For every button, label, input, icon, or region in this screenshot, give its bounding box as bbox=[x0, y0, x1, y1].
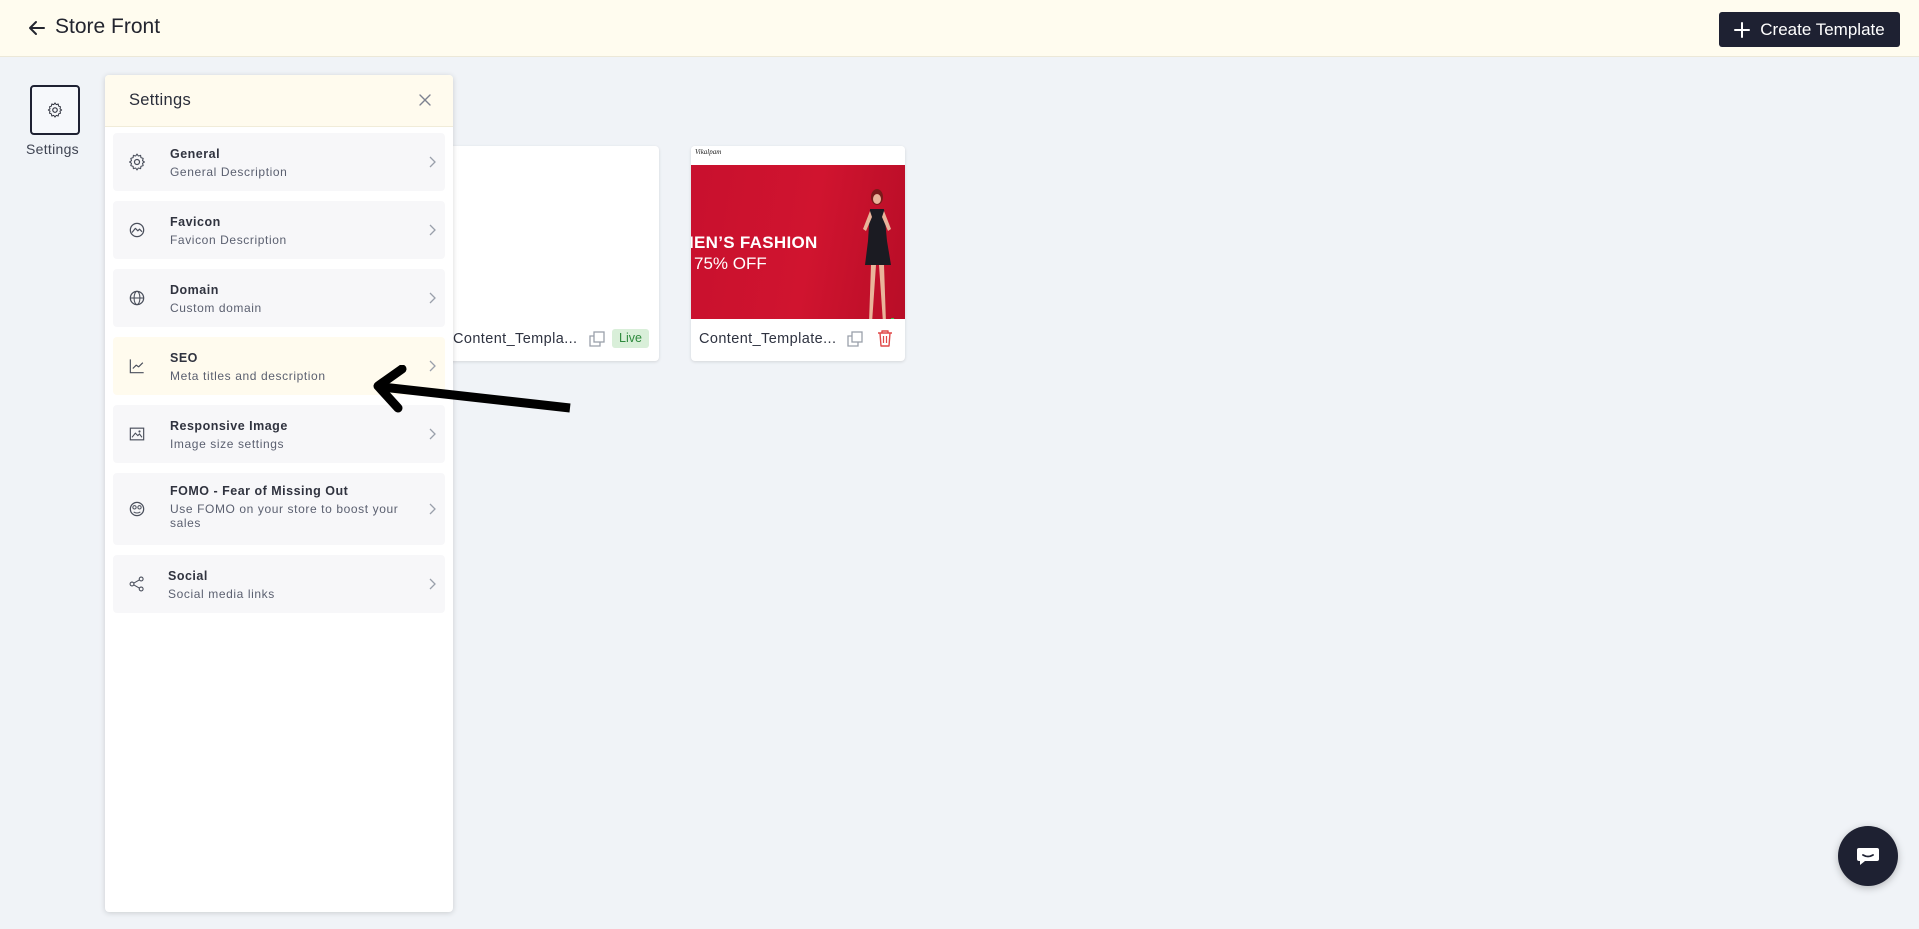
trash-icon[interactable] bbox=[876, 329, 894, 348]
settings-item-description: Custom domain bbox=[170, 301, 262, 315]
chat-button[interactable] bbox=[1838, 826, 1898, 886]
settings-item-social[interactable]: Social Social media links bbox=[113, 555, 445, 613]
thumbnail-logo: Vikalpam bbox=[695, 148, 722, 156]
model-figure-image bbox=[863, 189, 894, 319]
settings-panel-title: Settings bbox=[129, 91, 192, 109]
back-arrow-icon[interactable] bbox=[26, 17, 48, 39]
chevron-right-icon bbox=[429, 360, 436, 372]
thumbnail-headline: IEN’S FASHION bbox=[691, 233, 818, 252]
settings-panel: Settings General General Description Fav… bbox=[105, 75, 453, 912]
chevron-right-icon bbox=[429, 503, 436, 515]
settings-item-title: General bbox=[170, 147, 221, 161]
chat-icon bbox=[1857, 848, 1879, 865]
chevron-right-icon bbox=[429, 578, 436, 590]
chevron-right-icon bbox=[429, 428, 436, 440]
template-card[interactable]: Content_Templa... Live bbox=[448, 146, 659, 361]
live-badge: Live bbox=[612, 329, 649, 348]
settings-item-description: Meta titles and description bbox=[170, 369, 326, 383]
fomo-icon bbox=[129, 501, 145, 517]
settings-item-title: Social bbox=[168, 569, 208, 583]
share-icon bbox=[129, 576, 144, 592]
chart-line-icon bbox=[129, 359, 144, 374]
page-title: Store Front bbox=[55, 15, 161, 38]
copy-icon[interactable] bbox=[846, 330, 864, 348]
settings-item-description: Use FOMO on your store to boost your sal… bbox=[170, 502, 399, 530]
template-name: Content_Templa... bbox=[453, 331, 578, 347]
thumbnail-offer: 75% OFF bbox=[694, 254, 767, 273]
chevron-right-icon bbox=[429, 224, 436, 236]
create-template-button[interactable]: Create Template bbox=[1719, 12, 1900, 47]
settings-item-title: Favicon bbox=[170, 215, 221, 229]
thumbnail-banner: IEN’S FASHION 75% OFF bbox=[691, 165, 905, 319]
image-icon bbox=[129, 427, 145, 441]
favicon-icon bbox=[129, 222, 145, 238]
plus-icon bbox=[1734, 21, 1751, 38]
gear-icon bbox=[47, 102, 63, 118]
template-card[interactable]: Vikalpam IEN’S FASHION 75% OFF Content_T… bbox=[691, 146, 905, 361]
settings-item-title: SEO bbox=[170, 351, 198, 365]
globe-icon bbox=[129, 290, 145, 306]
settings-item-seo[interactable]: SEO Meta titles and description bbox=[113, 337, 445, 395]
settings-item-general[interactable]: General General Description bbox=[113, 133, 445, 191]
chevron-right-icon bbox=[429, 156, 436, 168]
settings-rail-label: Settings bbox=[26, 141, 79, 157]
settings-item-description: Favicon Description bbox=[170, 233, 287, 247]
close-icon[interactable] bbox=[417, 92, 433, 108]
gear-icon bbox=[129, 153, 145, 171]
settings-item-responsive-image[interactable]: Responsive Image Image size settings bbox=[113, 405, 445, 463]
settings-rail-button[interactable] bbox=[30, 85, 80, 135]
settings-item-title: Responsive Image bbox=[170, 419, 288, 433]
settings-item-title: Domain bbox=[170, 283, 219, 297]
settings-item-fomo[interactable]: FOMO - Fear of Missing Out Use FOMO on y… bbox=[113, 473, 445, 545]
copy-icon[interactable] bbox=[588, 330, 606, 348]
settings-item-title: FOMO - Fear of Missing Out bbox=[170, 484, 349, 498]
thumbnail-navbar: Vikalpam bbox=[691, 146, 905, 165]
settings-item-domain[interactable]: Domain Custom domain bbox=[113, 269, 445, 327]
settings-item-description: Social media links bbox=[168, 587, 275, 601]
chevron-right-icon bbox=[429, 292, 436, 304]
settings-item-description: Image size settings bbox=[170, 437, 285, 451]
settings-panel-header: Settings bbox=[105, 75, 453, 127]
template-thumbnail[interactable]: Vikalpam IEN’S FASHION 75% OFF bbox=[691, 146, 905, 319]
settings-item-description: General Description bbox=[170, 165, 288, 179]
template-name: Content_Template... bbox=[699, 331, 837, 347]
create-template-label: Create Template bbox=[1760, 19, 1885, 39]
settings-item-favicon[interactable]: Favicon Favicon Description bbox=[113, 201, 445, 259]
top-bar: Store Front Create Template bbox=[0, 0, 1919, 57]
